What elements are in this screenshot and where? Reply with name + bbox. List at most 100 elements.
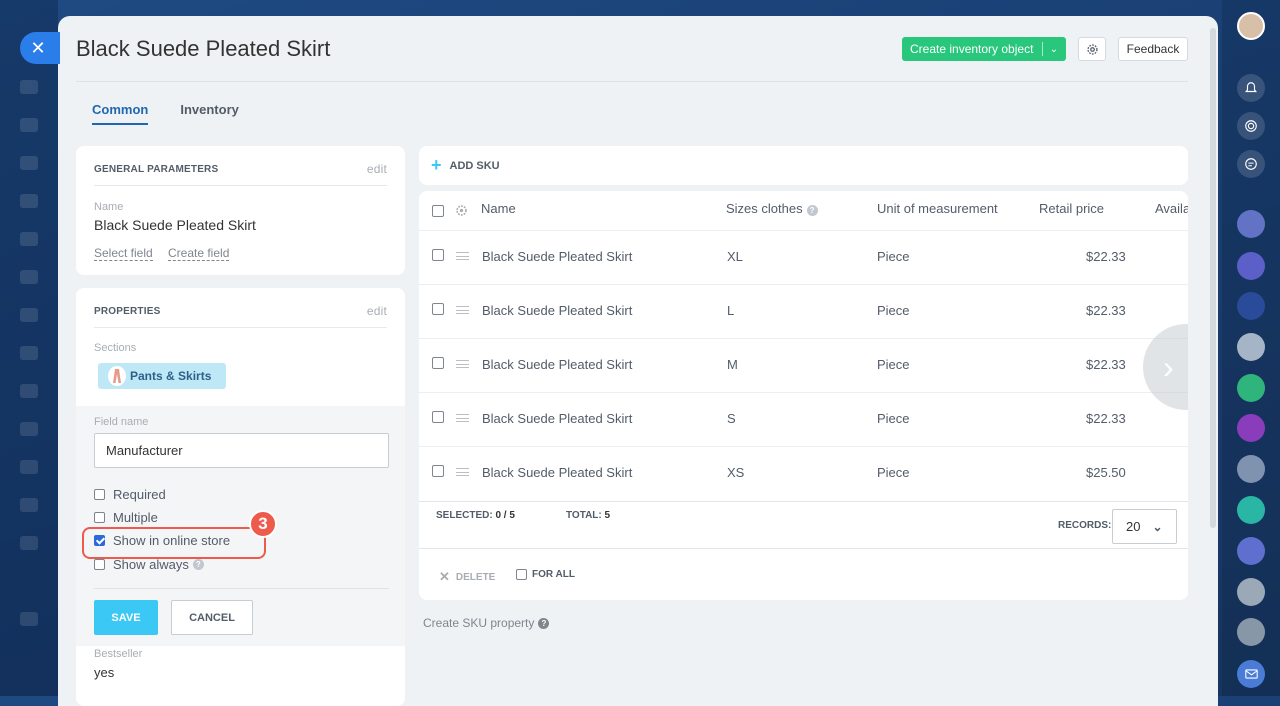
- row-checkbox[interactable]: [432, 303, 444, 315]
- show-always-checkbox[interactable]: Show always?: [94, 557, 204, 572]
- sidebar-icon[interactable]: [20, 270, 38, 284]
- avatar[interactable]: [1237, 210, 1265, 238]
- save-button[interactable]: SAVE: [94, 600, 158, 635]
- avatar[interactable]: [1237, 496, 1265, 524]
- table-row[interactable]: Black Suede Pleated Skirt XL Piece $22.3…: [419, 230, 1188, 284]
- column-header-sizes[interactable]: Sizes clothes?: [726, 201, 818, 216]
- selected-label: SELECTED:: [436, 510, 493, 521]
- avatar[interactable]: [1237, 455, 1265, 483]
- feedback-button[interactable]: Feedback: [1118, 37, 1188, 61]
- sku-unit: Piece: [877, 249, 910, 264]
- sku-name: Black Suede Pleated Skirt: [482, 411, 633, 426]
- general-parameters-title: GENERAL PARAMETERS: [94, 164, 219, 175]
- row-checkbox[interactable]: [432, 249, 444, 261]
- select-all-checkbox[interactable]: [432, 205, 444, 217]
- sidebar-icon[interactable]: [20, 80, 38, 94]
- close-slider-button[interactable]: ✕: [20, 32, 60, 64]
- sidebar-icon[interactable]: [20, 422, 38, 436]
- drag-handle-icon[interactable]: [456, 252, 469, 260]
- avatar[interactable]: [1237, 374, 1265, 402]
- general-parameters-heading: GENERAL PARAMETERS edit: [94, 162, 387, 186]
- close-icon: ✕: [439, 569, 450, 584]
- spiral-icon[interactable]: [1237, 112, 1265, 140]
- table-row[interactable]: Black Suede Pleated Skirt XS Piece $25.5…: [419, 446, 1188, 500]
- column-header-unit[interactable]: Unit of measurement: [877, 201, 998, 216]
- row-checkbox[interactable]: [432, 411, 444, 423]
- sidebar-icon[interactable]: [20, 536, 38, 550]
- drag-handle-icon[interactable]: [456, 468, 469, 476]
- section-tag[interactable]: Pants & Skirts: [98, 363, 226, 389]
- general-edit-link[interactable]: edit: [367, 162, 387, 176]
- mail-icon[interactable]: [1237, 660, 1265, 688]
- table-row[interactable]: Black Suede Pleated Skirt M Piece $22.33: [419, 338, 1188, 392]
- sidebar-icon[interactable]: [20, 384, 38, 398]
- help-icon[interactable]: ?: [192, 559, 204, 570]
- properties-edit-link[interactable]: edit: [367, 304, 387, 318]
- selected-value: 0 / 5: [495, 510, 515, 521]
- column-header-retail-price[interactable]: Retail price: [1039, 201, 1104, 216]
- tab-inventory[interactable]: Inventory: [180, 102, 239, 125]
- multiple-checkbox[interactable]: Multiple: [94, 510, 158, 525]
- table-row[interactable]: Black Suede Pleated Skirt L Piece $22.33: [419, 284, 1188, 338]
- checkbox[interactable]: [516, 569, 527, 580]
- checkbox[interactable]: [94, 489, 105, 500]
- avatar[interactable]: [1237, 12, 1265, 40]
- cancel-button[interactable]: CANCEL: [171, 600, 253, 635]
- field-name-label: Field name: [94, 416, 149, 428]
- delete-button[interactable]: ✕ DELETE: [439, 569, 495, 585]
- show-in-online-store-checkbox[interactable]: Show in online store: [94, 533, 235, 548]
- sidebar-icon[interactable]: [20, 156, 38, 170]
- avatar[interactable]: [1237, 252, 1265, 280]
- sidebar-icon[interactable]: [20, 498, 38, 512]
- create-sku-property-link[interactable]: Create SKU property?: [423, 616, 550, 630]
- selected-counter: SELECTED: 0 / 5: [436, 510, 515, 521]
- avatar[interactable]: [1237, 414, 1265, 442]
- table-row[interactable]: Black Suede Pleated Skirt S Piece $22.33: [419, 392, 1188, 446]
- bell-icon[interactable]: [1237, 74, 1265, 102]
- settings-button[interactable]: [1078, 37, 1106, 61]
- records-per-page-select[interactable]: 20 ⌄: [1112, 509, 1177, 544]
- row-checkbox[interactable]: [432, 465, 444, 477]
- scrollbar[interactable]: [1210, 28, 1216, 528]
- avatar[interactable]: [1237, 292, 1265, 320]
- sku-size: M: [727, 357, 738, 372]
- avatar[interactable]: [1237, 578, 1265, 606]
- header-divider: [76, 81, 1188, 82]
- sidebar-icon[interactable]: [20, 460, 38, 474]
- drag-handle-icon[interactable]: [456, 360, 469, 368]
- general-parameters-card: GENERAL PARAMETERS edit Name Black Suede…: [76, 146, 405, 275]
- create-inventory-object-button[interactable]: Create inventory object ⌄: [902, 37, 1066, 61]
- sidebar-icon[interactable]: [20, 118, 38, 132]
- checkbox-checked[interactable]: [94, 535, 105, 546]
- gear-icon[interactable]: [455, 204, 468, 217]
- column-header-availability[interactable]: Availa: [1155, 201, 1188, 216]
- required-checkbox[interactable]: Required: [94, 487, 166, 502]
- for-all-checkbox[interactable]: FOR ALL: [516, 569, 575, 580]
- avatar[interactable]: [1237, 618, 1265, 646]
- properties-title: PROPERTIES: [94, 306, 161, 317]
- row-checkbox[interactable]: [432, 357, 444, 369]
- column-header-name[interactable]: Name: [481, 201, 516, 216]
- chat-icon[interactable]: [1237, 150, 1265, 178]
- sidebar-icon[interactable]: [20, 612, 38, 626]
- chevron-down-icon[interactable]: ⌄: [1043, 44, 1065, 55]
- field-name-input[interactable]: Manufacturer: [94, 433, 389, 468]
- drag-handle-icon[interactable]: [456, 414, 469, 422]
- gear-icon: [1086, 43, 1098, 55]
- sidebar-icon[interactable]: [20, 308, 38, 322]
- add-sku-button[interactable]: + ADD SKU: [419, 146, 1188, 185]
- sidebar-icon[interactable]: [20, 346, 38, 360]
- sidebar-icon[interactable]: [20, 194, 38, 208]
- tab-common[interactable]: Common: [92, 102, 149, 125]
- checkbox[interactable]: [94, 559, 105, 570]
- help-icon[interactable]: ?: [538, 617, 550, 629]
- avatar[interactable]: [1237, 537, 1265, 565]
- checkbox[interactable]: [94, 512, 105, 523]
- avatar[interactable]: [1237, 333, 1265, 361]
- select-field-link[interactable]: Select field: [94, 246, 153, 261]
- drag-handle-icon[interactable]: [456, 306, 469, 314]
- help-icon[interactable]: ?: [806, 205, 818, 216]
- plus-icon: +: [431, 155, 442, 175]
- create-field-link[interactable]: Create field: [168, 246, 230, 261]
- sidebar-icon[interactable]: [20, 232, 38, 246]
